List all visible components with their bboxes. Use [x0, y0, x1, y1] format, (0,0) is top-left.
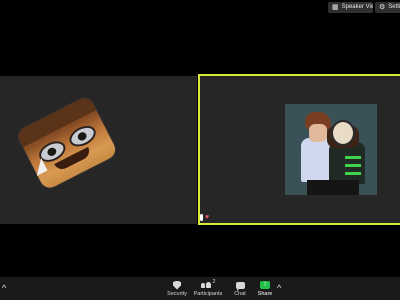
microphone-icon	[200, 214, 203, 221]
chat-button[interactable]: Chat	[230, 279, 250, 297]
security-button[interactable]: Security	[166, 279, 188, 297]
chevron-up-icon[interactable]: ^	[2, 283, 6, 293]
share-options-chevron-icon[interactable]: ^	[277, 283, 281, 293]
share-label: Share	[257, 291, 273, 297]
settings-label: Settin	[388, 4, 400, 10]
share-screen-button[interactable]: ↑ Share	[255, 279, 275, 297]
participants-icon	[200, 282, 211, 288]
share-arrow-icon: ↑	[260, 281, 270, 289]
security-label: Security	[167, 291, 187, 297]
speaker-view-label: Speaker View	[341, 4, 373, 10]
heart-reaction-icon: ♥	[205, 214, 210, 221]
participant-status-badge: ♥	[200, 214, 209, 221]
shield-icon	[173, 280, 181, 290]
speaker-view-button[interactable]: ▦ Speaker View	[328, 2, 373, 13]
profile-artwork-image	[285, 104, 377, 195]
participants-button[interactable]: 2 Participants	[192, 279, 224, 297]
chat-label: Chat	[234, 291, 246, 297]
settings-button[interactable]: ⚙ Settin	[375, 2, 400, 13]
participants-label: Participants	[193, 291, 223, 297]
grid-icon: ▦	[332, 4, 339, 11]
gear-icon: ⚙	[379, 4, 386, 11]
chat-icon	[235, 281, 245, 291]
participants-count: 2	[212, 279, 216, 285]
